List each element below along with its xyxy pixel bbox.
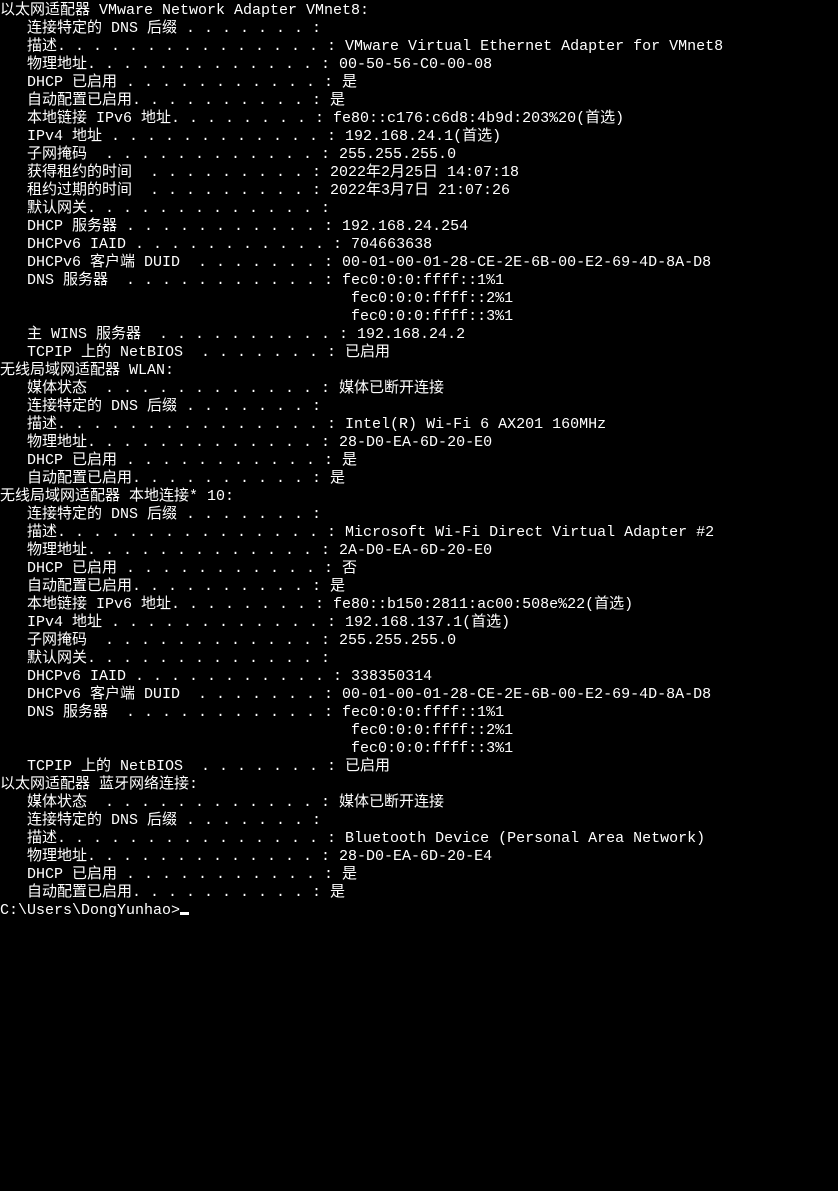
adapter-row: 获得租约的时间 . . . . . . . . . : 2022年2月25日 1… (0, 164, 838, 182)
adapter-row: 子网掩码 . . . . . . . . . . . . : 255.255.2… (0, 146, 838, 164)
adapter-row: 连接特定的 DNS 后缀 . . . . . . . : (0, 506, 838, 524)
adapter-row: DNS 服务器 . . . . . . . . . . . : fec0:0:0… (0, 704, 838, 722)
adapter-row: TCPIP 上的 NetBIOS . . . . . . . : 已启用 (0, 758, 838, 776)
adapter-row: 媒体状态 . . . . . . . . . . . . : 媒体已断开连接 (0, 794, 838, 812)
prompt-text: C:\Users\DongYunhao> (0, 902, 180, 919)
adapter-row: 子网掩码 . . . . . . . . . . . . : 255.255.2… (0, 632, 838, 650)
adapter-row: 描述. . . . . . . . . . . . . . . : Micros… (0, 524, 838, 542)
adapter-row: 本地链接 IPv6 地址. . . . . . . . : fe80::c176… (0, 110, 838, 128)
adapter-row: TCPIP 上的 NetBIOS . . . . . . . : 已启用 (0, 344, 838, 362)
adapter-row: DHCP 已启用 . . . . . . . . . . . : 否 (0, 560, 838, 578)
adapter-row: fec0:0:0:ffff::2%1 (0, 290, 838, 308)
adapter-row: fec0:0:0:ffff::2%1 (0, 722, 838, 740)
adapter-row: 媒体状态 . . . . . . . . . . . . : 媒体已断开连接 (0, 380, 838, 398)
adapter-row: DHCPv6 IAID . . . . . . . . . . . : 7046… (0, 236, 838, 254)
adapter-row: DHCP 服务器 . . . . . . . . . . . : 192.168… (0, 218, 838, 236)
adapter-row: 自动配置已启用. . . . . . . . . . : 是 (0, 884, 838, 902)
adapter-row: DNS 服务器 . . . . . . . . . . . : fec0:0:0… (0, 272, 838, 290)
adapter-row: 描述. . . . . . . . . . . . . . . : VMware… (0, 38, 838, 56)
adapter-row: 物理地址. . . . . . . . . . . . . : 00-50-56… (0, 56, 838, 74)
adapter-row: 物理地址. . . . . . . . . . . . . : 28-D0-EA… (0, 434, 838, 452)
adapter-row: 连接特定的 DNS 后缀 . . . . . . . : (0, 812, 838, 830)
adapter-row: 物理地址. . . . . . . . . . . . . : 28-D0-EA… (0, 848, 838, 866)
adapter-row: 自动配置已启用. . . . . . . . . . : 是 (0, 578, 838, 596)
terminal-output[interactable]: 以太网适配器 VMware Network Adapter VMnet8: 连接… (0, 0, 838, 920)
adapter-header: 无线局域网适配器 WLAN: (0, 362, 838, 380)
adapter-row: DHCP 已启用 . . . . . . . . . . . : 是 (0, 452, 838, 470)
adapter-row: DHCPv6 IAID . . . . . . . . . . . : 3383… (0, 668, 838, 686)
adapter-row: 连接特定的 DNS 后缀 . . . . . . . : (0, 398, 838, 416)
adapter-row: 默认网关. . . . . . . . . . . . . : (0, 650, 838, 668)
adapter-row: 物理地址. . . . . . . . . . . . . : 2A-D0-EA… (0, 542, 838, 560)
adapter-row: 主 WINS 服务器 . . . . . . . . . . : 192.168… (0, 326, 838, 344)
adapter-row: 默认网关. . . . . . . . . . . . . : (0, 200, 838, 218)
adapter-row: IPv4 地址 . . . . . . . . . . . . : 192.16… (0, 128, 838, 146)
adapter-row: DHCP 已启用 . . . . . . . . . . . : 是 (0, 866, 838, 884)
command-prompt[interactable]: C:\Users\DongYunhao> (0, 902, 838, 920)
adapter-row: 连接特定的 DNS 后缀 . . . . . . . : (0, 20, 838, 38)
adapter-row: 本地链接 IPv6 地址. . . . . . . . : fe80::b150… (0, 596, 838, 614)
cursor-icon (180, 912, 189, 915)
adapter-header: 无线局域网适配器 本地连接* 10: (0, 488, 838, 506)
adapter-row: 租约过期的时间 . . . . . . . . . : 2022年3月7日 21… (0, 182, 838, 200)
adapter-row: IPv4 地址 . . . . . . . . . . . . : 192.16… (0, 614, 838, 632)
adapter-row: fec0:0:0:ffff::3%1 (0, 308, 838, 326)
adapter-row: 描述. . . . . . . . . . . . . . . : Blueto… (0, 830, 838, 848)
adapter-header: 以太网适配器 VMware Network Adapter VMnet8: (0, 2, 838, 20)
adapter-row: DHCP 已启用 . . . . . . . . . . . : 是 (0, 74, 838, 92)
adapter-row: 描述. . . . . . . . . . . . . . . : Intel(… (0, 416, 838, 434)
adapter-header: 以太网适配器 蓝牙网络连接: (0, 776, 838, 794)
adapter-row: fec0:0:0:ffff::3%1 (0, 740, 838, 758)
adapter-row: 自动配置已启用. . . . . . . . . . : 是 (0, 470, 838, 488)
adapter-row: 自动配置已启用. . . . . . . . . . : 是 (0, 92, 838, 110)
adapter-row: DHCPv6 客户端 DUID . . . . . . . : 00-01-00… (0, 686, 838, 704)
adapter-row: DHCPv6 客户端 DUID . . . . . . . : 00-01-00… (0, 254, 838, 272)
